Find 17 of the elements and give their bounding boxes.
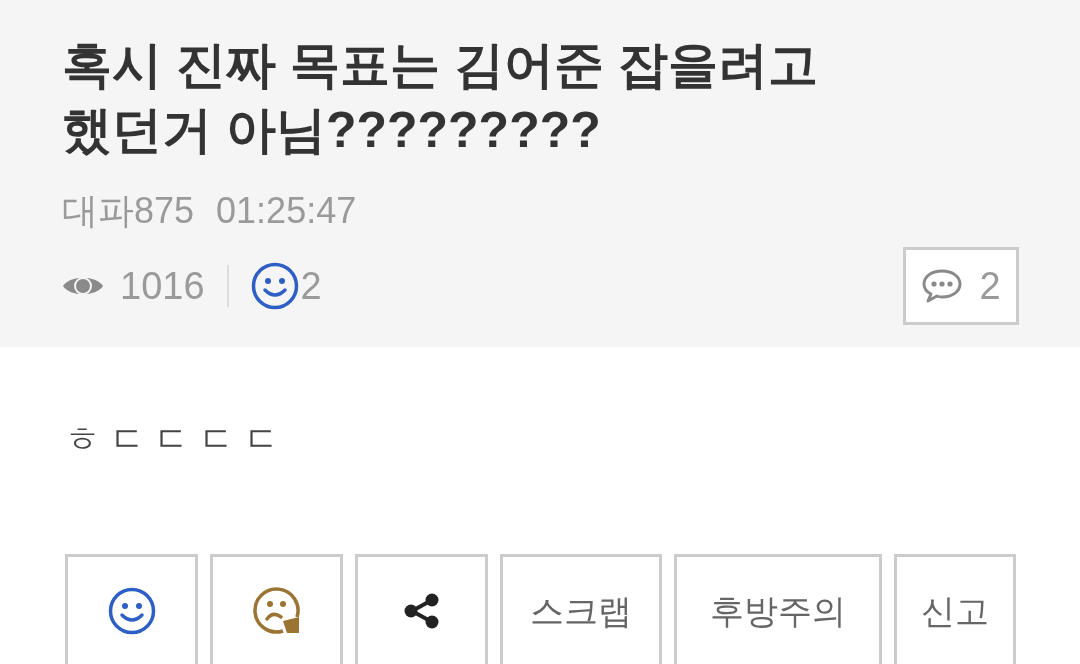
post-time: 01:25:47: [216, 189, 357, 233]
author-name: 대파875: [62, 189, 195, 233]
view-count: 1016: [120, 264, 205, 309]
frowning-face-icon: [252, 587, 301, 635]
share-button[interactable]: [355, 554, 488, 664]
smiley-icon: [107, 587, 156, 635]
speech-bubble-icon: [921, 268, 964, 304]
post-body: ㅎ ㄷ ㄷ ㄷ ㄷ: [65, 418, 279, 460]
like-button[interactable]: [65, 554, 198, 664]
action-button[interactable]: 신고: [894, 554, 1016, 664]
post-title: 혹시 진짜 목표는 김어준 잡을려고 했던거 아님?????????: [62, 36, 819, 160]
smiley-icon: [250, 262, 299, 310]
action-button[interactable]: 후방주의: [674, 554, 882, 664]
action-button[interactable]: 스크랩: [500, 554, 662, 664]
like-count: 2: [300, 264, 322, 309]
share-icon: [403, 593, 440, 629]
dislike-button[interactable]: [210, 554, 343, 664]
